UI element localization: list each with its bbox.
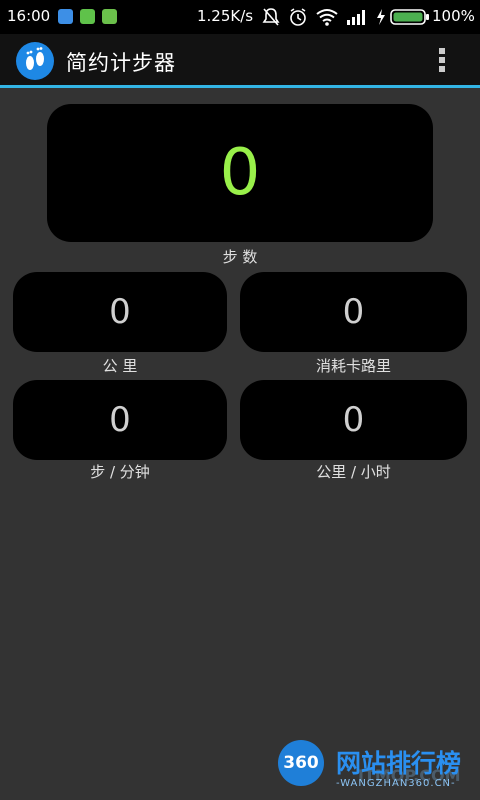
pace-label: 步 / 分钟 xyxy=(90,463,150,481)
watermark-subtitle: -WANGZHAN360.CN- xyxy=(336,778,456,789)
overflow-menu-icon[interactable] xyxy=(436,48,448,76)
action-bar-divider xyxy=(0,85,480,88)
signal-icon xyxy=(347,10,365,25)
app-notification-icon xyxy=(58,9,73,24)
battery-percent: 100% xyxy=(432,7,475,25)
status-bar: 16:00 1.25K/s 100% xyxy=(0,0,480,34)
app-notification-icon xyxy=(102,9,117,24)
status-time: 16:00 xyxy=(7,7,51,25)
footprints-icon[interactable] xyxy=(16,42,54,80)
mute-icon xyxy=(262,8,280,26)
app-title: 简约计步器 xyxy=(66,51,176,75)
battery-icon xyxy=(390,9,429,25)
pace-value: 0 xyxy=(109,400,131,440)
distance-card: 0 xyxy=(13,272,227,352)
alarm-icon xyxy=(290,8,306,26)
charging-icon xyxy=(377,9,385,25)
speed-card: 0 xyxy=(240,380,467,460)
app-screen: 16:00 1.25K/s 100% 简约计步器 0 步 数 0 公 里 0 消… xyxy=(0,0,480,800)
distance-value: 0 xyxy=(109,292,131,332)
watermark-logo: 360 xyxy=(278,740,324,786)
steps-label: 步 数 xyxy=(222,248,258,266)
steps-value: 0 xyxy=(219,136,261,210)
distance-label: 公 里 xyxy=(102,357,138,375)
network-speed: 1.25K/s xyxy=(197,7,254,25)
speed-value: 0 xyxy=(342,400,365,440)
calories-value: 0 xyxy=(342,292,365,332)
calories-card: 0 xyxy=(240,272,467,352)
steps-card: 0 xyxy=(47,104,433,242)
calories-label: 消耗卡路里 xyxy=(315,357,391,375)
action-bar: 简约计步器 xyxy=(0,34,480,88)
pace-card: 0 xyxy=(13,380,227,460)
speed-label: 公里 / 小时 xyxy=(316,463,391,481)
wifi-icon xyxy=(316,9,338,26)
app-notification-icon xyxy=(80,9,95,24)
watermark-title: 网站排行榜 xyxy=(336,749,462,778)
